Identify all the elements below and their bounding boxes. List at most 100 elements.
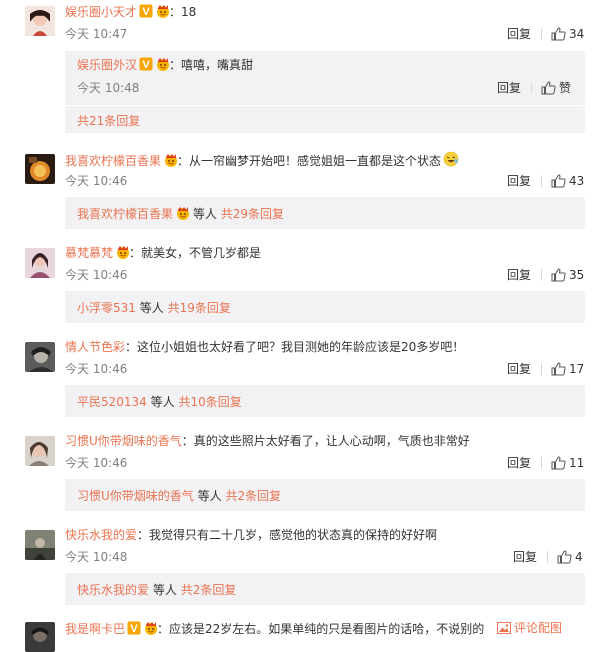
comment-time: 今天 10:48	[65, 550, 128, 564]
username-link[interactable]: 娱乐圈小天才	[65, 5, 137, 19]
more-replies-count[interactable]: 共2条回复	[225, 489, 281, 503]
vip-v-icon: V	[127, 621, 141, 635]
comment-item: 慕梵慕梵 ：就美女，不管几岁都是 今天 10:46 回复 35 小浮零531 等人…	[0, 234, 600, 328]
more-replies-count[interactable]: 共29条回复	[221, 207, 284, 221]
comment-body: ：这位小姐姐也太好看了吧？我目测她的年龄应该是20多岁吧！	[125, 340, 465, 354]
thumbs-up-icon	[551, 362, 566, 376]
avatar[interactable]	[25, 6, 55, 36]
username-link[interactable]: 小浮零531	[77, 301, 136, 315]
thumbs-up-icon	[541, 81, 556, 95]
comment-item: 情人节色彩：这位小姐姐也太好看了吧？我目测她的年龄应该是20多岁吧！ 今天 10…	[0, 328, 600, 422]
comment-body: ：从一帘幽梦开始吧！感觉姐姐一直都是这个状态	[177, 154, 442, 168]
like-count: 43	[569, 174, 585, 188]
avatar[interactable]	[25, 154, 55, 184]
comment-text: 我喜欢柠檬百香果 ：从一帘幽梦开始吧！感觉姐姐一直都是这个状态	[65, 151, 459, 169]
comment-item: 快乐水我的爱：我觉得只有二十几岁，感觉他的状态真的保持的好好啊 今天 10:48…	[0, 516, 600, 610]
comment-time: 今天 10:47	[65, 27, 128, 41]
username-link[interactable]: 快乐水我的爱	[65, 528, 137, 542]
comment-body: ：真的这些照片太好看了，让人心动啊，气质也非常好	[181, 434, 470, 448]
fan-badge-icon	[155, 57, 170, 71]
sub-reply-text: 娱乐圈外汉 V ：嘻嘻，嘴真甜	[77, 57, 253, 73]
avatar[interactable]	[25, 436, 55, 466]
username-link[interactable]: 习惯U你带烟味的香气	[65, 434, 182, 448]
avatar[interactable]	[25, 342, 55, 372]
username-link[interactable]: 我喜欢柠檬百香果	[77, 207, 173, 221]
like-button[interactable]: 4	[557, 549, 583, 565]
comment-text: 我是啊卡巴 V ：应该是22岁左右。如果单纯的只是看图片的话哈，不说别的	[65, 621, 484, 637]
more-replies-mid: 等人	[139, 301, 164, 315]
reply-button[interactable]: 回复	[507, 361, 531, 377]
more-replies-mid: 等人	[152, 583, 177, 597]
divider	[541, 175, 542, 187]
avatar[interactable]	[25, 248, 55, 278]
like-count: 17	[569, 362, 585, 376]
comment-time: 今天 10:46	[65, 174, 128, 188]
more-replies-link[interactable]: 平民520134 等人 共10条回复	[77, 394, 242, 410]
avatar[interactable]	[25, 530, 55, 560]
comment-text: 习惯U你带烟味的香气：真的这些照片太好看了，让人心动啊，气质也非常好	[65, 433, 470, 449]
comment-image-link[interactable]: 评论配图	[497, 620, 562, 636]
username-link[interactable]: 习惯U你带烟味的香气	[77, 489, 194, 503]
thumbs-up-icon	[557, 550, 572, 564]
more-replies-count[interactable]: 共10条回复	[178, 395, 241, 409]
like-button[interactable]: 11	[551, 455, 584, 471]
sub-reply-time: 今天 10:48	[77, 81, 140, 95]
fan-badge-icon	[143, 621, 158, 635]
more-replies-link[interactable]: 小浮零531 等人 共19条回复	[77, 300, 231, 316]
avatar[interactable]	[25, 622, 55, 652]
username-link[interactable]: 情人节色彩	[65, 340, 125, 354]
like-button[interactable]: 43	[551, 173, 584, 189]
comment-body: ：嘻嘻，嘴真甜	[169, 58, 254, 72]
like-count: 4	[575, 550, 583, 564]
more-replies-count[interactable]: 共19条回复	[168, 301, 231, 315]
vip-v-icon: V	[139, 4, 153, 18]
reply-button[interactable]: 回复	[507, 26, 531, 42]
svg-text:V: V	[130, 623, 138, 635]
like-button[interactable]: 赞	[541, 80, 571, 96]
fan-badge-icon	[163, 153, 178, 167]
more-replies-link[interactable]: 快乐水我的爱 等人 共2条回复	[77, 582, 236, 598]
laughing-emoji-icon	[443, 151, 459, 167]
comment-body: ：18	[169, 5, 197, 19]
vip-v-icon: V	[139, 57, 153, 71]
username-link[interactable]: 平民520134	[77, 395, 147, 409]
comment-time: 今天 10:46	[65, 362, 128, 376]
comment-time: 今天 10:46	[65, 268, 128, 282]
divider	[531, 82, 532, 94]
reply-button[interactable]: 回复	[513, 549, 537, 565]
divider	[541, 28, 542, 40]
like-button[interactable]: 34	[551, 26, 584, 42]
divider	[541, 269, 542, 281]
comment-item: 娱乐圈小天才 V ：18 今天 10:47 回复 34 娱乐圈外汉 V ：嘻嘻，嘴真甜 …	[0, 0, 600, 140]
reply-button[interactable]: 回复	[507, 455, 531, 471]
more-replies-count[interactable]: 共2条回复	[181, 583, 237, 597]
comment-image-label[interactable]: 评论配图	[514, 621, 562, 635]
username-link[interactable]: 我喜欢柠檬百香果	[65, 154, 161, 168]
comment-body: ：应该是22岁左右。如果单纯的只是看图片的话哈，不说别的	[157, 622, 485, 636]
comment-item: 我喜欢柠檬百香果 ：从一帘幽梦开始吧！感觉姐姐一直都是这个状态 今天 10:46 …	[0, 140, 600, 234]
username-link[interactable]: 慕梵慕梵	[65, 246, 113, 260]
reply-button[interactable]: 回复	[497, 80, 521, 96]
like-button[interactable]: 35	[551, 267, 584, 283]
like-count: 35	[569, 268, 585, 282]
username-link[interactable]: 娱乐圈外汉	[77, 58, 137, 72]
reply-button[interactable]: 回复	[507, 267, 531, 283]
more-replies-link[interactable]: 习惯U你带烟味的香气 等人 共2条回复	[77, 488, 281, 504]
like-count: 赞	[559, 81, 572, 95]
divider	[541, 457, 542, 469]
username-link[interactable]: 我是啊卡巴	[65, 622, 125, 636]
more-replies-mid: 等人	[197, 489, 222, 503]
more-replies-link[interactable]: 我喜欢柠檬百香果 等人 共29条回复	[77, 206, 284, 222]
image-icon	[497, 622, 511, 634]
thumbs-up-icon	[551, 456, 566, 470]
svg-text:V: V	[142, 59, 150, 71]
comment-body: ：我觉得只有二十几岁，感觉他的状态真的保持的好好啊	[137, 528, 438, 542]
svg-text:V: V	[142, 6, 150, 18]
more-replies-link[interactable]: 共21条回复	[77, 113, 140, 129]
like-count: 34	[569, 27, 585, 41]
reply-button[interactable]: 回复	[507, 173, 531, 189]
fan-badge-icon	[175, 206, 190, 220]
more-replies-mid: 等人	[150, 395, 175, 409]
username-link[interactable]: 快乐水我的爱	[77, 583, 149, 597]
like-button[interactable]: 17	[551, 361, 584, 377]
